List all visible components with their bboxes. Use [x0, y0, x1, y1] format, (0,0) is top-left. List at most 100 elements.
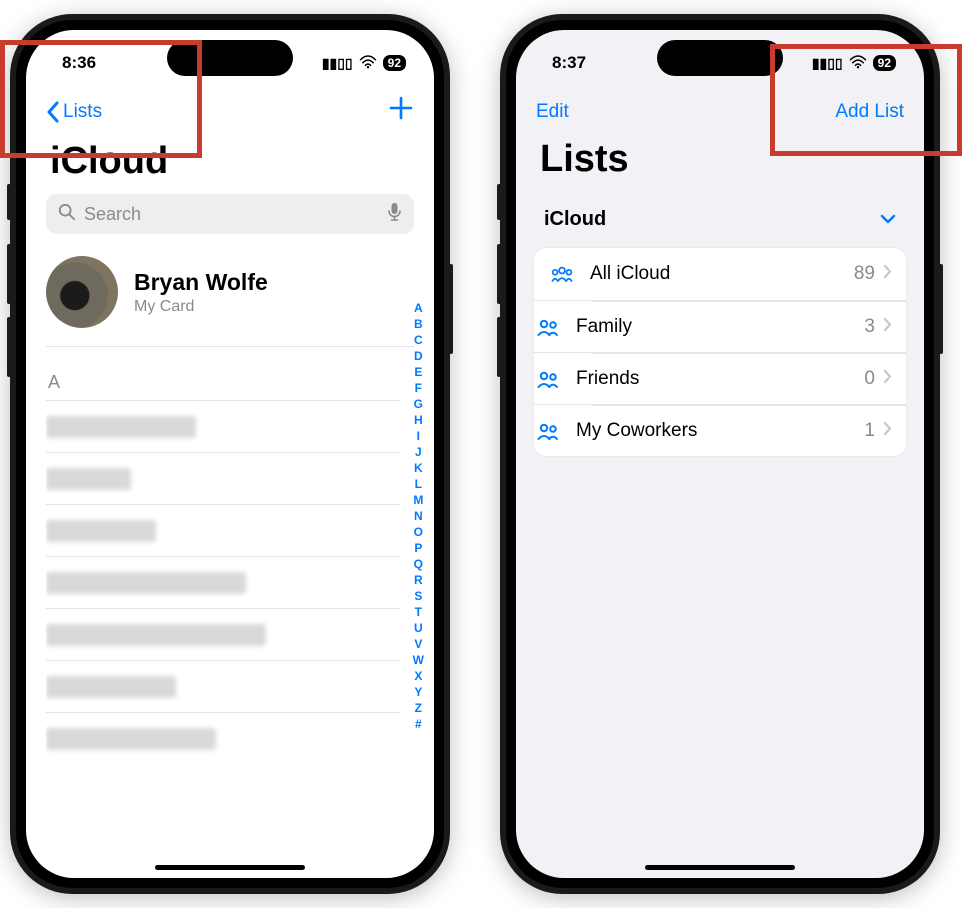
- contact-row[interactable]: [46, 608, 400, 660]
- chevron-right-icon: [883, 264, 892, 284]
- list-row[interactable]: Friends 0: [534, 352, 906, 404]
- index-letter[interactable]: B: [413, 316, 424, 332]
- index-letter[interactable]: V: [413, 636, 424, 652]
- index-letter[interactable]: A: [413, 300, 424, 316]
- cellular-icon: ▮▮▯▯: [322, 55, 353, 72]
- index-letter[interactable]: X: [413, 668, 424, 684]
- index-strip[interactable]: ABCDEFGHIJKLMNOPQRSTUVWXYZ#: [413, 300, 424, 732]
- redacted-name: [46, 676, 176, 698]
- list-count: 89: [854, 263, 875, 285]
- edit-button[interactable]: Edit: [536, 101, 569, 123]
- battery-icon: 92: [383, 55, 406, 71]
- list-row[interactable]: All iCloud 89: [534, 248, 906, 300]
- people-three-icon: [548, 264, 576, 284]
- index-letter[interactable]: H: [413, 412, 424, 428]
- group-header[interactable]: iCloud: [544, 208, 896, 231]
- index-letter[interactable]: D: [413, 348, 424, 364]
- add-contact-button[interactable]: [388, 95, 414, 129]
- cellular-icon: ▮▮▯▯: [812, 55, 843, 72]
- nav-bar: Edit Add List: [516, 90, 924, 134]
- index-letter[interactable]: L: [413, 476, 424, 492]
- search-placeholder: Search: [84, 204, 141, 225]
- my-card[interactable]: Bryan Wolfe My Card: [46, 256, 414, 347]
- phone-left: 8:36 ▮▮▯▯ 92 Lists iCloud: [10, 14, 450, 894]
- index-letter[interactable]: C: [413, 332, 424, 348]
- index-letter[interactable]: Y: [413, 684, 424, 700]
- index-letter[interactable]: N: [413, 508, 424, 524]
- section-header: A: [48, 372, 60, 393]
- chevron-down-icon: [880, 211, 896, 228]
- contacts-list[interactable]: [46, 400, 400, 838]
- battery-icon: 92: [873, 55, 896, 71]
- page-title: Lists: [540, 138, 629, 181]
- wifi-icon: [359, 55, 377, 72]
- index-letter[interactable]: K: [413, 460, 424, 476]
- my-card-sub: My Card: [134, 298, 268, 316]
- phone-right: 8:37 ▮▮▯▯ 92 Edit Add List Lists iCloud: [500, 14, 940, 894]
- chevron-right-icon: [883, 421, 892, 441]
- index-letter[interactable]: Q: [413, 556, 424, 572]
- index-letter[interactable]: J: [413, 444, 424, 460]
- lists-card: All iCloud 89 Family 3 Friends 0 My Coworkers 1: [534, 248, 906, 456]
- list-row[interactable]: Family 3: [534, 300, 906, 352]
- list-label: Friends: [576, 368, 639, 390]
- chevron-left-icon: [46, 101, 60, 123]
- redacted-name: [46, 624, 266, 646]
- index-letter[interactable]: E: [413, 364, 424, 380]
- people-two-icon: [534, 421, 562, 441]
- list-label: Family: [576, 316, 632, 338]
- index-letter[interactable]: Z: [413, 700, 424, 716]
- index-letter[interactable]: S: [413, 588, 424, 604]
- list-row[interactable]: My Coworkers 1: [534, 404, 906, 456]
- redacted-name: [46, 468, 131, 490]
- index-letter[interactable]: P: [413, 540, 424, 556]
- index-letter[interactable]: I: [413, 428, 424, 444]
- avatar: [46, 256, 118, 328]
- search-input[interactable]: Search: [46, 194, 414, 234]
- contact-row[interactable]: [46, 712, 400, 764]
- redacted-name: [46, 728, 216, 750]
- redacted-name: [46, 520, 156, 542]
- list-count: 0: [864, 368, 875, 390]
- mic-icon[interactable]: [387, 202, 402, 227]
- index-letter[interactable]: R: [413, 572, 424, 588]
- list-count: 3: [864, 316, 875, 338]
- index-letter[interactable]: #: [413, 716, 424, 732]
- contact-row[interactable]: [46, 400, 400, 452]
- index-letter[interactable]: T: [413, 604, 424, 620]
- plus-icon: [388, 95, 414, 121]
- contact-row[interactable]: [46, 556, 400, 608]
- chevron-right-icon: [883, 369, 892, 389]
- status-time: 8:36: [62, 53, 96, 73]
- index-letter[interactable]: G: [413, 396, 424, 412]
- list-count: 1: [864, 420, 875, 442]
- list-label: My Coworkers: [576, 420, 697, 442]
- page-title: iCloud: [50, 140, 168, 183]
- my-card-name: Bryan Wolfe: [134, 269, 268, 296]
- index-letter[interactable]: W: [413, 652, 424, 668]
- index-letter[interactable]: U: [413, 620, 424, 636]
- people-two-icon: [534, 369, 562, 389]
- contact-row[interactable]: [46, 660, 400, 712]
- group-header-label: iCloud: [544, 208, 606, 231]
- people-two-icon: [534, 317, 562, 337]
- index-letter[interactable]: M: [413, 492, 424, 508]
- back-button[interactable]: Lists: [46, 101, 102, 123]
- dynamic-island: [167, 40, 293, 76]
- status-time: 8:37: [552, 53, 586, 73]
- wifi-icon: [849, 55, 867, 72]
- index-letter[interactable]: F: [413, 380, 424, 396]
- home-indicator: [155, 865, 305, 870]
- home-indicator: [645, 865, 795, 870]
- list-label: All iCloud: [590, 263, 670, 285]
- add-list-button[interactable]: Add List: [835, 101, 904, 123]
- redacted-name: [46, 416, 196, 438]
- redacted-name: [46, 572, 246, 594]
- index-letter[interactable]: O: [413, 524, 424, 540]
- search-icon: [58, 203, 76, 226]
- contact-row[interactable]: [46, 452, 400, 504]
- chevron-right-icon: [883, 317, 892, 337]
- dynamic-island: [657, 40, 783, 76]
- back-label: Lists: [63, 101, 102, 123]
- contact-row[interactable]: [46, 504, 400, 556]
